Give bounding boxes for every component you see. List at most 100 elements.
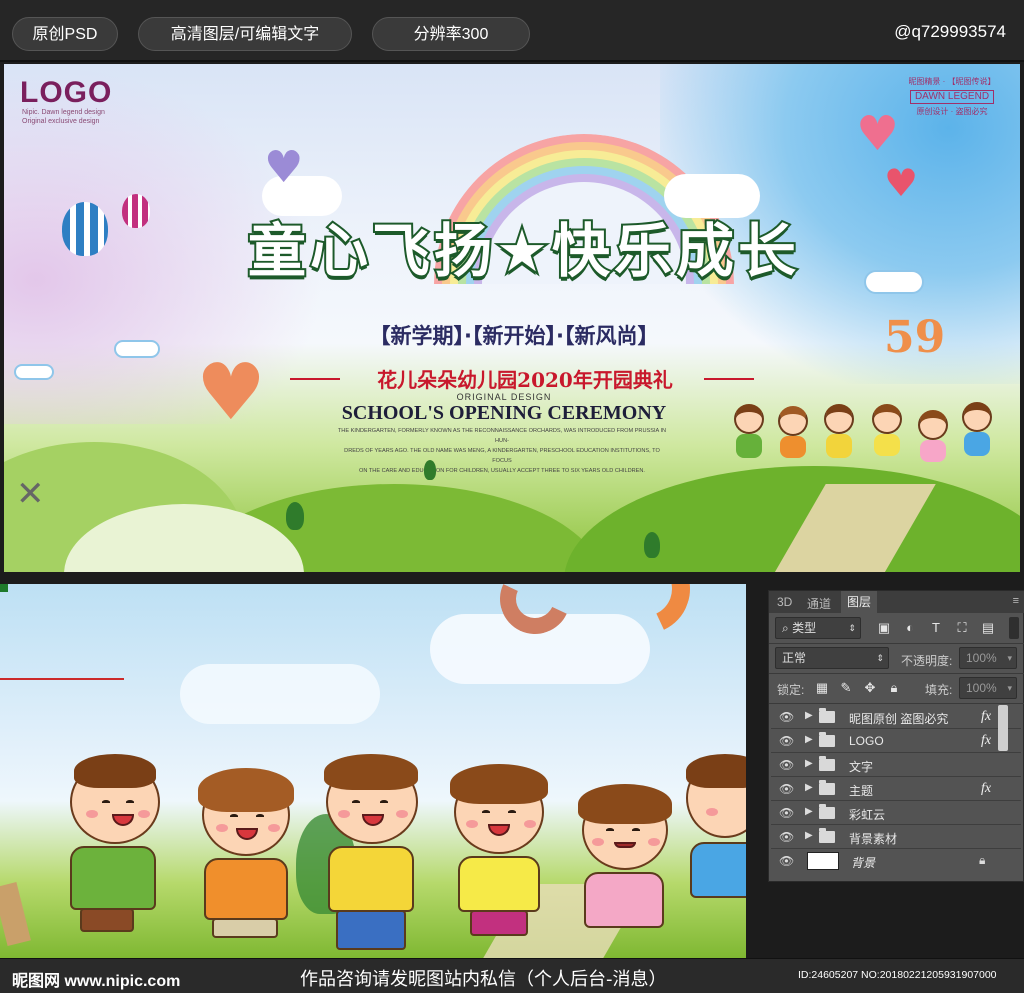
stamp-bottom: 原创设计 · 盗图必究: [916, 107, 988, 116]
red-divider: [0, 678, 124, 680]
layer-row[interactable]: 👁︎ ▶ LOGO fx: [771, 729, 1021, 753]
image-id: ID:24605207 NO:20180221205931907000: [798, 969, 997, 981]
cloud-graphic: [114, 340, 160, 358]
layer-row[interactable]: 👁︎ ▶ 昵图原创 盗图必究 fx: [771, 705, 1021, 729]
shape-filter-icon[interactable]: ⛶: [955, 621, 969, 635]
type-filter-icon[interactable]: T: [929, 621, 943, 635]
folder-icon: [819, 708, 835, 723]
visibility-eye-icon[interactable]: 👁︎: [779, 831, 795, 843]
banner-tagline: 【新学期】·【新开始】·【新风尚】: [369, 324, 659, 348]
folder-icon: [819, 756, 835, 771]
divider-right: [704, 378, 754, 380]
visibility-eye-icon[interactable]: 👁︎: [779, 735, 795, 747]
original-design-label: ORIGINAL DESIGN: [456, 392, 552, 402]
search-icon: ⌕: [782, 621, 789, 635]
hot-air-balloon-icon: [122, 194, 150, 228]
layer-name: 昵图原创 盗图必究: [849, 712, 949, 726]
adjustment-filter-icon[interactable]: ◐: [903, 621, 917, 635]
visibility-eye-icon[interactable]: 👁︎: [779, 783, 795, 795]
footer-bar: 昵图网 www.nipic.com 作品咨询请发昵图站内私信（个人后台-消息） …: [0, 958, 1024, 993]
divider: [769, 673, 1024, 674]
heart-icon: ♥: [196, 348, 266, 438]
folder-icon: [819, 732, 835, 747]
lock-label: 锁定:: [777, 683, 805, 697]
child-yellow-dress: [440, 764, 560, 954]
expand-triangle-icon[interactable]: ▶: [805, 806, 813, 817]
layer-name: 主题: [849, 784, 874, 798]
fence-graphic: [0, 881, 31, 947]
tree-icon: [644, 532, 660, 558]
chevron-down-icon: ▾: [1007, 683, 1012, 693]
smart-object-filter-icon[interactable]: ▤: [981, 621, 995, 635]
school-title: 花儿朵朵幼儿园2020年开园典礼: [377, 368, 673, 392]
chevron-down-icon: ▾: [1007, 653, 1012, 663]
opacity-value: 100%: [966, 651, 997, 665]
visibility-eye-icon[interactable]: 👁︎: [779, 711, 795, 723]
description-line3: ON THE CARE AND EDUCATION FOR CHILDREN, …: [359, 468, 645, 474]
contact-message: 作品咨询请发昵图站内私信（个人后台-消息）: [300, 969, 667, 990]
tab-channels[interactable]: 通道: [807, 595, 831, 612]
layers-scrollbar[interactable]: [998, 705, 1008, 751]
stamp-top: 昵图精景 · 【昵图传说】: [908, 77, 996, 86]
lock-image-brush-icon[interactable]: ✎: [839, 681, 853, 695]
filter-toggle-switch[interactable]: [1009, 617, 1019, 639]
layer-name: 背景: [851, 856, 876, 870]
original-psd-badge: 原创PSD: [12, 17, 118, 51]
resolution-badge: 分辨率300: [372, 17, 530, 51]
child-blue-shirt: [686, 754, 746, 954]
folder-icon: [819, 780, 835, 795]
fill-label: 填充:: [925, 683, 953, 697]
description-paragraph: THE KINDERGARTEN, FORMERLY KNOWN AS THE …: [336, 426, 668, 476]
layer-row[interactable]: 👁︎ ▶ 彩虹云: [771, 801, 1021, 825]
watermark-stamp: 昵图精景 · 【昵图传说】 DAWN LEGEND 原创设计 · 盗图必究: [904, 76, 1000, 128]
layer-name: 文字: [849, 760, 874, 774]
fill-input[interactable]: 100% ▾: [959, 677, 1017, 699]
divider: [769, 643, 1024, 644]
lock-all-icon[interactable]: 🔒︎: [887, 681, 901, 695]
fx-badge[interactable]: fx: [981, 709, 991, 725]
site-name: 昵图网 www.nipic.com: [12, 973, 181, 990]
panel-tabs: 3D 通道 图层 ≡: [769, 591, 1024, 613]
expand-triangle-icon[interactable]: ▶: [805, 710, 813, 721]
lock-position-move-icon[interactable]: ✥: [863, 681, 877, 695]
corner-marker: [0, 584, 8, 592]
number-decoration: 59: [884, 312, 946, 363]
layer-thumbnail: [807, 852, 839, 870]
child-pink-dress: [570, 784, 690, 954]
layer-row[interactable]: 👁︎ ▶ 文字: [771, 753, 1021, 777]
panel-menu-icon[interactable]: ≡: [1013, 595, 1019, 607]
background-layer-row[interactable]: 👁︎ 背景 🔒︎: [771, 849, 1021, 873]
description-line1: THE KINDERGARTEN, FORMERLY KNOWN AS THE …: [337, 428, 667, 444]
layer-row[interactable]: 👁︎ ▶ 背景素材: [771, 825, 1021, 849]
hot-air-balloon-icon: [62, 202, 108, 256]
expand-triangle-icon[interactable]: ▶: [805, 758, 813, 769]
lock-transparent-icon[interactable]: ▦: [815, 681, 829, 695]
image-filter-icon[interactable]: ▣: [877, 621, 891, 635]
cloud-graphic: [180, 664, 380, 724]
visibility-eye-icon[interactable]: 👁︎: [779, 855, 795, 867]
logo-subtitle-line1: Nipic. Dawn legend design: [22, 109, 105, 116]
fx-badge[interactable]: fx: [981, 781, 991, 797]
top-info-bar: 原创PSD 高清图层/可编辑文字 分辨率300 @q729993574: [0, 0, 1024, 62]
tab-layers[interactable]: 图层: [841, 591, 878, 613]
layer-name: 彩虹云: [849, 808, 886, 822]
layer-row[interactable]: 👁︎ ▶ 主题 fx: [771, 777, 1021, 801]
fx-badge[interactable]: fx: [981, 733, 991, 749]
opacity-label: 不透明度:: [901, 654, 953, 668]
chevron-updown-icon: ⇕: [848, 623, 856, 633]
folder-icon: [819, 804, 835, 819]
expand-triangle-icon[interactable]: ▶: [805, 734, 813, 745]
visibility-eye-icon[interactable]: 👁︎: [779, 807, 795, 819]
tab-3d[interactable]: 3D: [777, 595, 792, 609]
blend-mode-select[interactable]: 正常 ⇕: [775, 647, 889, 669]
expand-triangle-icon[interactable]: ▶: [805, 782, 813, 793]
layer-filter-select[interactable]: ⌕ 类型 ⇕: [775, 617, 861, 639]
cloud-graphic: [14, 364, 54, 380]
opacity-input[interactable]: 100% ▾: [959, 647, 1017, 669]
cloud-graphic: [864, 270, 924, 294]
description-line2: DREDS OF YEARS AGO. THE OLD NAME WAS MEN…: [344, 448, 660, 464]
windmill-icon: ✕: [16, 474, 45, 514]
child-green-shirt: [30, 754, 180, 954]
visibility-eye-icon[interactable]: 👁︎: [779, 759, 795, 771]
expand-triangle-icon[interactable]: ▶: [805, 830, 813, 841]
